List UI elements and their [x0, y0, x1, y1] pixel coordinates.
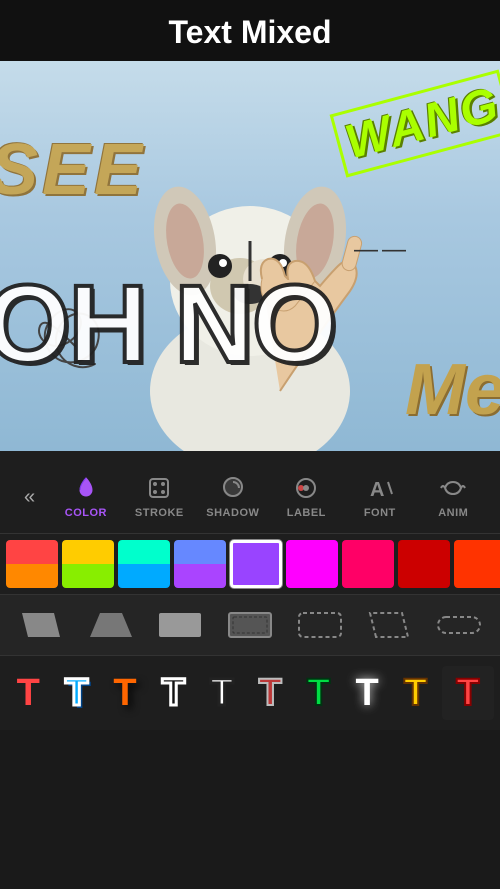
text-style-10[interactable]: T	[442, 666, 494, 720]
toolbar-item-shadow[interactable]: SHADOW	[196, 469, 269, 525]
text-style-2[interactable]: T	[54, 666, 98, 720]
text-style-8[interactable]: T	[345, 666, 389, 720]
color-label: COLOR	[65, 507, 107, 519]
shape-dotted-rect[interactable]	[224, 603, 276, 647]
svg-text:A: A	[370, 479, 384, 501]
shape-row	[0, 595, 500, 655]
label-icon	[291, 473, 321, 503]
text-style-9[interactable]: T	[393, 666, 437, 720]
canvas-text-me: Me	[405, 349, 500, 431]
text-style-3[interactable]: T	[103, 666, 147, 720]
toolbar-item-label[interactable]: LABEL	[270, 469, 343, 525]
page-title: Text Mixed	[169, 14, 332, 50]
header: Text Mixed	[0, 0, 500, 61]
shape-parallelogram[interactable]	[15, 603, 67, 647]
color-swatch-5[interactable]	[230, 540, 282, 588]
color-swatch-2[interactable]	[62, 540, 114, 588]
text-style-7[interactable]: T	[296, 666, 340, 720]
color-swatch-4[interactable]	[174, 540, 226, 588]
font-icon: A	[365, 473, 395, 503]
stroke-label: STROKE	[135, 507, 184, 519]
toolbar: « COLOR STROKE	[0, 451, 500, 730]
shadow-label: SHADOW	[206, 507, 259, 519]
color-swatch-9[interactable]	[454, 540, 500, 588]
anim-label: ANIM	[438, 507, 468, 519]
toolbar-icons-row: « COLOR STROKE	[0, 461, 500, 533]
shape-rounded-dotted[interactable]	[294, 603, 346, 647]
stroke-icon	[144, 473, 174, 503]
color-swatch-3[interactable]	[118, 540, 170, 588]
label-label: LABEL	[287, 507, 326, 519]
toolbar-item-font[interactable]: A FONT	[343, 469, 416, 525]
back-button[interactable]: «	[10, 478, 49, 517]
shape-parallelogram-outline[interactable]	[363, 603, 415, 647]
text-style-5[interactable]: T	[200, 666, 244, 720]
canvas-text-oh-no: OH NO	[0, 261, 336, 388]
text-style-6[interactable]: T	[248, 666, 292, 720]
canvas-text-see: SEE	[0, 129, 146, 211]
text-style-4[interactable]: T	[151, 666, 195, 720]
shape-rectangle[interactable]	[154, 603, 206, 647]
anim-icon	[438, 473, 468, 503]
shadow-icon	[218, 473, 248, 503]
toolbar-item-stroke[interactable]: STROKE	[123, 469, 196, 525]
color-swatch-6[interactable]	[286, 540, 338, 588]
text-style-row: T T T T T T T T T T	[0, 656, 500, 730]
shape-trapezoid[interactable]	[85, 603, 137, 647]
shape-pill[interactable]	[433, 603, 485, 647]
color-palette	[0, 534, 500, 594]
color-icon	[71, 473, 101, 503]
canvas-text-dash: ——	[354, 236, 410, 264]
toolbar-item-anim[interactable]: ANIM	[417, 469, 490, 525]
canvas-area: SEE WANG OH NO Me ——	[0, 61, 500, 451]
text-style-1[interactable]: T	[6, 666, 50, 720]
color-swatch-8[interactable]	[398, 540, 450, 588]
color-swatch-1[interactable]	[6, 540, 58, 588]
font-label: FONT	[364, 507, 396, 519]
color-swatch-7[interactable]	[342, 540, 394, 588]
toolbar-item-color[interactable]: COLOR	[49, 469, 122, 525]
